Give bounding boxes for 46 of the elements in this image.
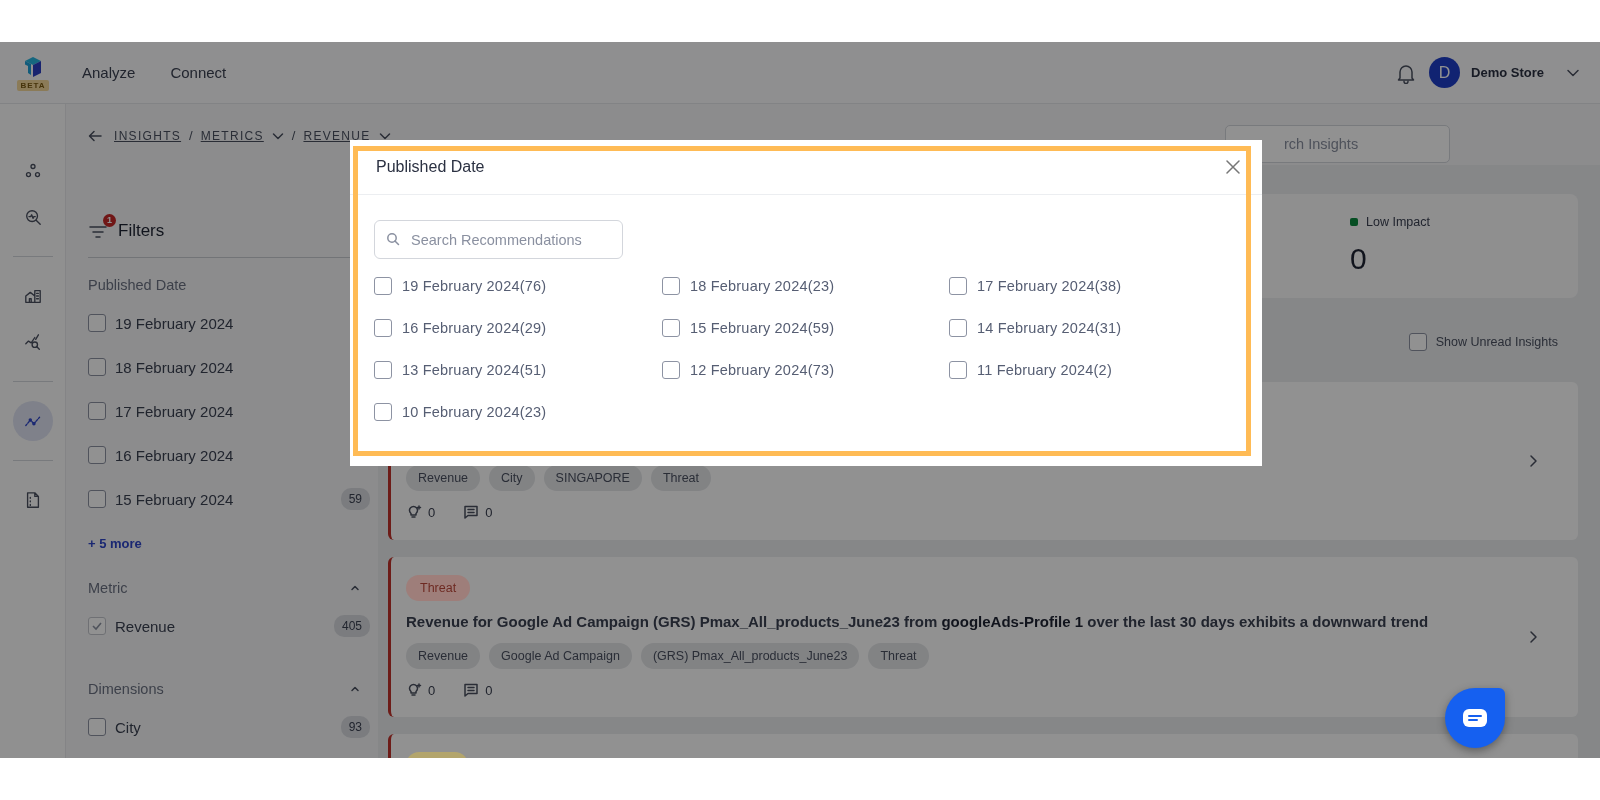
tag: Revenue	[406, 643, 481, 669]
status-tag: Threat	[406, 575, 471, 601]
tag: (GRS) Pmax_All_products_June23	[640, 643, 860, 669]
option-label: 11 February 2024(2)	[977, 362, 1112, 378]
idea-count: 0	[428, 504, 436, 520]
beta-badge: BETA	[17, 79, 49, 91]
comment-count: 0	[485, 682, 493, 698]
option-label: 17 February 2024	[115, 402, 234, 420]
section-title: Metric	[88, 580, 128, 596]
impact-value: 0	[1350, 241, 1368, 277]
option-label: 16 February 2024(29)	[402, 320, 547, 336]
option-label: 18 February 2024(23)	[690, 278, 835, 294]
filters-title: Filters	[118, 220, 165, 241]
section-title: Dimensions	[88, 681, 164, 697]
insight-title: Revenue for Google Ad Campaign (GRS) Pmax_All_products_June23 from googleAds-Profile 1 over the last 30 days exhibits a downward trend	[406, 612, 1429, 632]
option-label: 19 February 2024(76)	[402, 278, 547, 294]
idea-count: 0	[428, 682, 436, 698]
option-label: 12 February 2024(73)	[690, 362, 835, 378]
count-badge: 93	[340, 716, 370, 738]
section-title: Published Date	[88, 277, 187, 293]
count-badge: 405	[333, 615, 370, 637]
count-badge: 1	[103, 213, 116, 227]
tag: City	[489, 465, 535, 491]
breadcrumb-separator: /	[189, 128, 193, 143]
breadcrumb-separator: /	[291, 128, 296, 143]
option-label: City	[115, 718, 141, 736]
option-label: 15 February 2024	[115, 490, 234, 508]
tag: Threat	[650, 465, 712, 491]
option-label: 10 February 2024(23)	[402, 404, 547, 420]
tag: Google Ad Campaign	[489, 643, 632, 669]
comment-count: 0	[485, 504, 493, 520]
tag: Revenue	[406, 465, 481, 491]
count-badge: 59	[340, 488, 370, 510]
tag: SINGAPORE	[543, 465, 642, 491]
option-label: 16 February 2024	[115, 446, 234, 464]
option-label: 15 February 2024(59)	[690, 320, 835, 336]
option-label: 17 February 2024(38)	[977, 278, 1122, 294]
option-label: 18 February 2024	[115, 358, 234, 376]
option-label: 14 February 2024(31)	[977, 320, 1122, 336]
impact-label: Low Impact	[1366, 215, 1430, 229]
checkbox-label: Show Unread Insights	[1435, 335, 1558, 349]
tag: Threat	[868, 643, 929, 669]
dialog-title: Published Date	[376, 158, 485, 176]
option-label: Revenue	[115, 617, 176, 635]
option-label: 13 February 2024(51)	[402, 362, 547, 378]
option-label: 19 February 2024	[115, 314, 234, 332]
